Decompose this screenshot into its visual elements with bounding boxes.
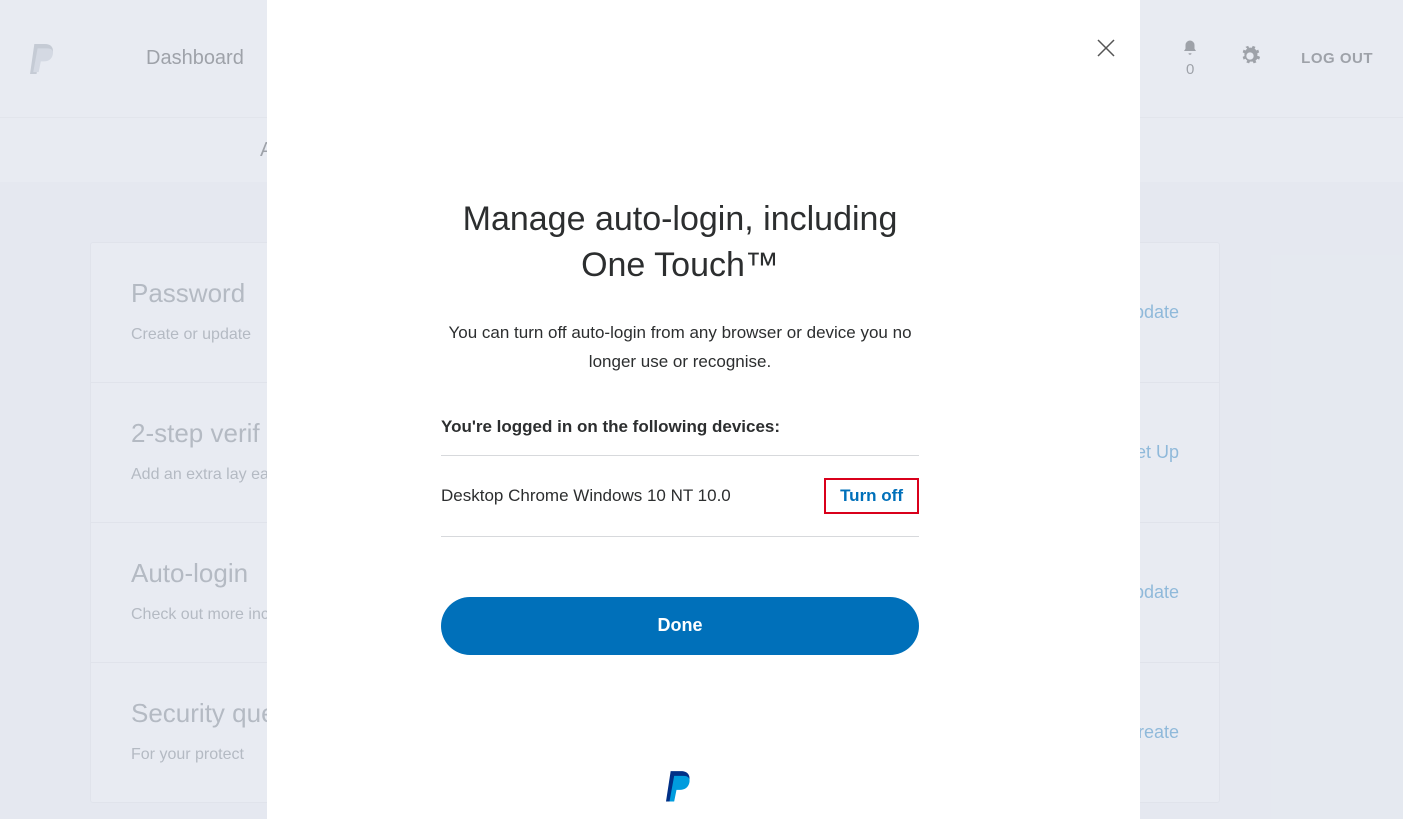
modal-title: Manage auto-login, including One Touch™ <box>441 197 919 289</box>
paypal-logo-icon <box>666 770 694 804</box>
modal-subtitle: You can turn off auto-login from any bro… <box>441 319 919 377</box>
turn-off-highlight: Turn off <box>824 478 919 514</box>
modal: Manage auto-login, including One Touch™ … <box>267 0 1140 819</box>
turn-off-link[interactable]: Turn off <box>840 486 903 505</box>
device-row: Desktop Chrome Windows 10 NT 10.0 Turn o… <box>441 455 919 537</box>
done-button[interactable]: Done <box>441 597 919 655</box>
devices-heading: You're logged in on the following device… <box>441 417 919 437</box>
close-icon[interactable] <box>1092 35 1120 63</box>
device-name: Desktop Chrome Windows 10 NT 10.0 <box>441 486 731 506</box>
modal-scroll-area[interactable]: Manage auto-login, including One Touch™ … <box>267 62 1093 819</box>
